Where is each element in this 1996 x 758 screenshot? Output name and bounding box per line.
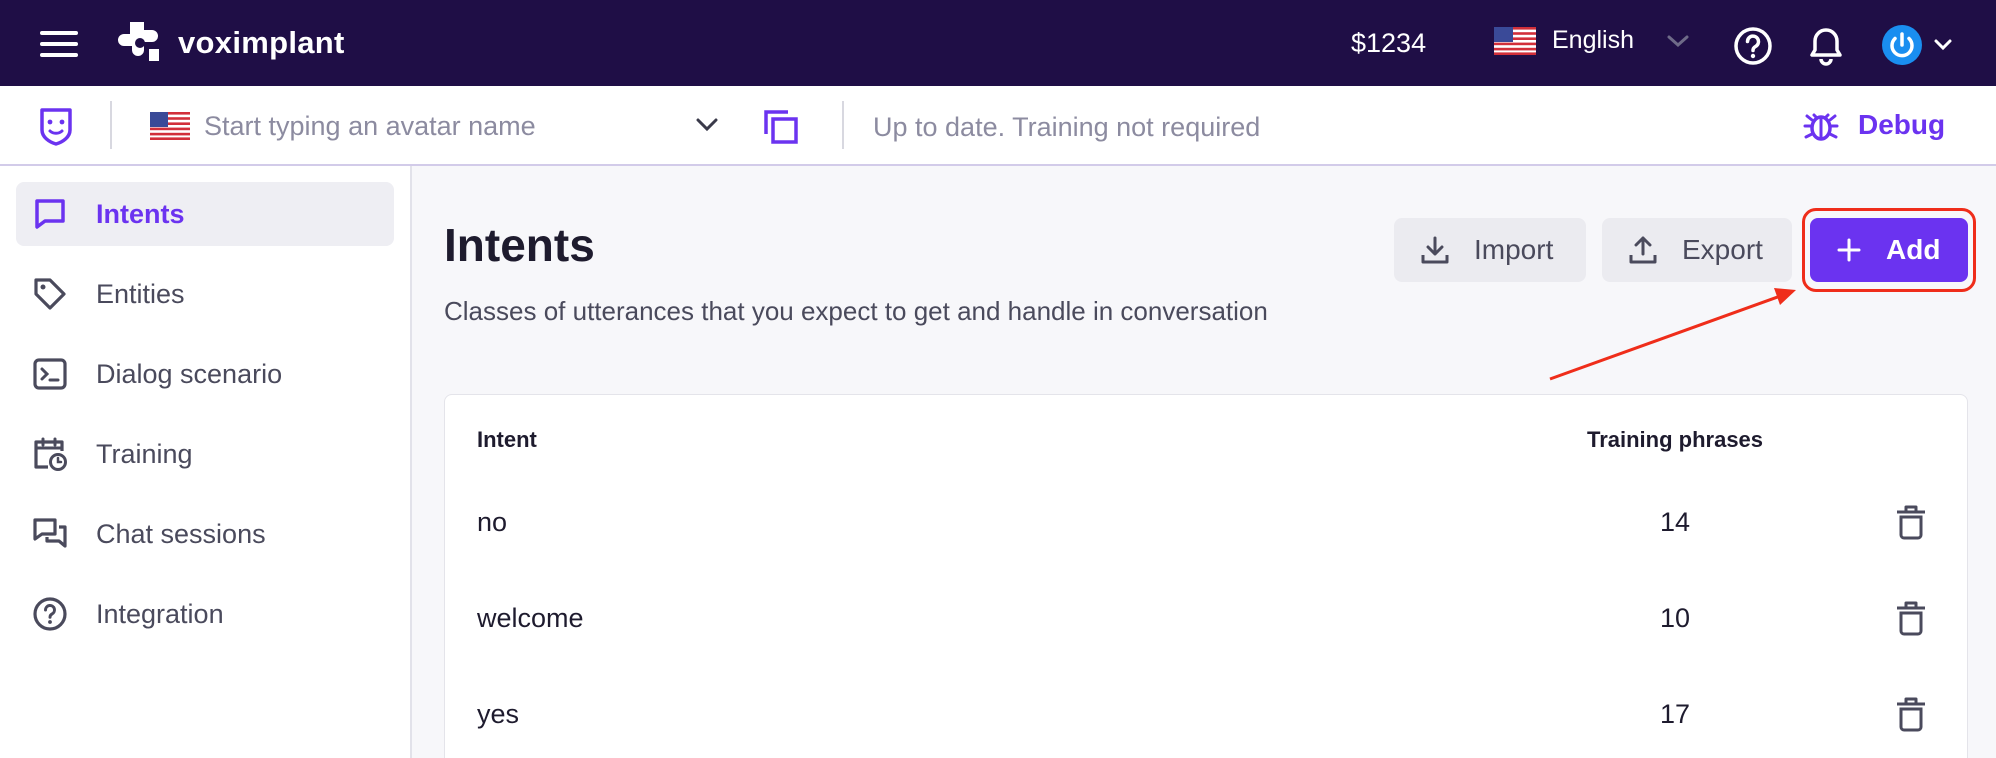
user-menu[interactable] [1881, 24, 1953, 66]
import-label: Import [1474, 234, 1554, 265]
power-icon [1882, 25, 1922, 65]
top-bar: voximplant $1234 English [0, 0, 1996, 86]
tag-icon [34, 278, 66, 310]
avatar-search-input[interactable] [204, 106, 674, 146]
add-intent-button[interactable]: Add [1810, 218, 1968, 282]
main-content: Intents Classes of utterances that you e… [412, 166, 1996, 758]
sidebar-item-label: Entities [96, 278, 185, 309]
help-icon[interactable] [1733, 26, 1773, 66]
sidebar-item-label: Chat sessions [96, 518, 266, 549]
brand-name: voximplant [178, 25, 345, 60]
chevron-down-icon [1667, 35, 1689, 47]
sidebar-item-entities[interactable]: Entities [16, 262, 394, 326]
page-subtitle: Classes of utterances that you expect to… [444, 296, 1268, 326]
intent-name: welcome [477, 603, 584, 633]
chevron-down-icon[interactable] [694, 116, 720, 134]
intents-table: Intent Training phrases no 14 welcome 10… [444, 394, 1968, 758]
chats-icon [33, 518, 67, 548]
training-status: Up to date. Training not required [873, 112, 1261, 142]
sidebar-item-dialog-scenario[interactable]: Dialog scenario [16, 342, 394, 406]
training-phrase-count: 17 [1659, 699, 1691, 729]
logo[interactable]: voximplant [118, 18, 345, 68]
voximplant-logo-icon [118, 22, 159, 61]
language-label: English [1552, 26, 1634, 54]
sidebar: Intents Entities Dialog scenario Trainin… [0, 166, 412, 758]
debug-button[interactable]: Debug [1802, 106, 1945, 144]
avatar-face-icon[interactable] [36, 104, 76, 146]
sidebar-item-chat-sessions[interactable]: Chat sessions [16, 502, 394, 566]
avatar-toolbar: Up to date. Training not required Debug [0, 86, 1996, 166]
training-phrase-count: 14 [1659, 507, 1691, 537]
intent-name: no [477, 507, 508, 537]
calendar-clock-icon [34, 437, 67, 471]
bell-icon[interactable] [1808, 26, 1844, 66]
divider [110, 101, 112, 149]
debug-label: Debug [1858, 109, 1946, 140]
intent-name: yes [477, 699, 520, 729]
table-row[interactable]: no 14 [445, 475, 1969, 571]
sidebar-item-label: Dialog scenario [96, 358, 283, 389]
menu-icon[interactable] [40, 31, 80, 57]
download-icon [1420, 235, 1450, 265]
column-header-intent: Intent [477, 427, 537, 452]
export-button[interactable]: Export [1602, 218, 1792, 282]
question-circle-icon [33, 597, 67, 631]
page-title: Intents [444, 219, 595, 271]
account-balance[interactable]: $1234 [1351, 28, 1426, 59]
sidebar-item-intents[interactable]: Intents [16, 182, 394, 246]
divider [842, 101, 844, 149]
table-row[interactable]: welcome 10 [445, 571, 1969, 667]
upload-icon [1628, 235, 1658, 265]
training-phrase-count: 10 [1659, 603, 1691, 633]
add-label: Add [1886, 234, 1941, 265]
trash-icon[interactable] [1893, 503, 1929, 541]
terminal-icon [33, 358, 67, 390]
column-header-training-phrases: Training phrases [1586, 427, 1764, 452]
trash-icon[interactable] [1893, 599, 1929, 637]
us-flag-icon [150, 112, 190, 140]
bug-icon [1803, 113, 1839, 141]
sidebar-item-label: Training [96, 438, 193, 469]
export-label: Export [1682, 234, 1763, 265]
trash-icon[interactable] [1893, 695, 1929, 733]
language-selector[interactable]: English [1494, 26, 1690, 55]
chat-bubble-icon [35, 199, 65, 229]
table-row[interactable]: yes 17 [445, 667, 1969, 758]
sidebar-item-label: Integration [96, 598, 224, 629]
chevron-down-icon [1934, 39, 1952, 51]
sidebar-item-label: Intents [96, 198, 185, 229]
sidebar-item-integration[interactable]: Integration [16, 582, 394, 646]
import-button[interactable]: Import [1394, 218, 1586, 282]
sidebar-item-training[interactable]: Training [16, 422, 394, 486]
copy-icon[interactable] [762, 108, 800, 146]
plus-icon [1836, 237, 1862, 263]
us-flag-icon [1494, 26, 1536, 55]
